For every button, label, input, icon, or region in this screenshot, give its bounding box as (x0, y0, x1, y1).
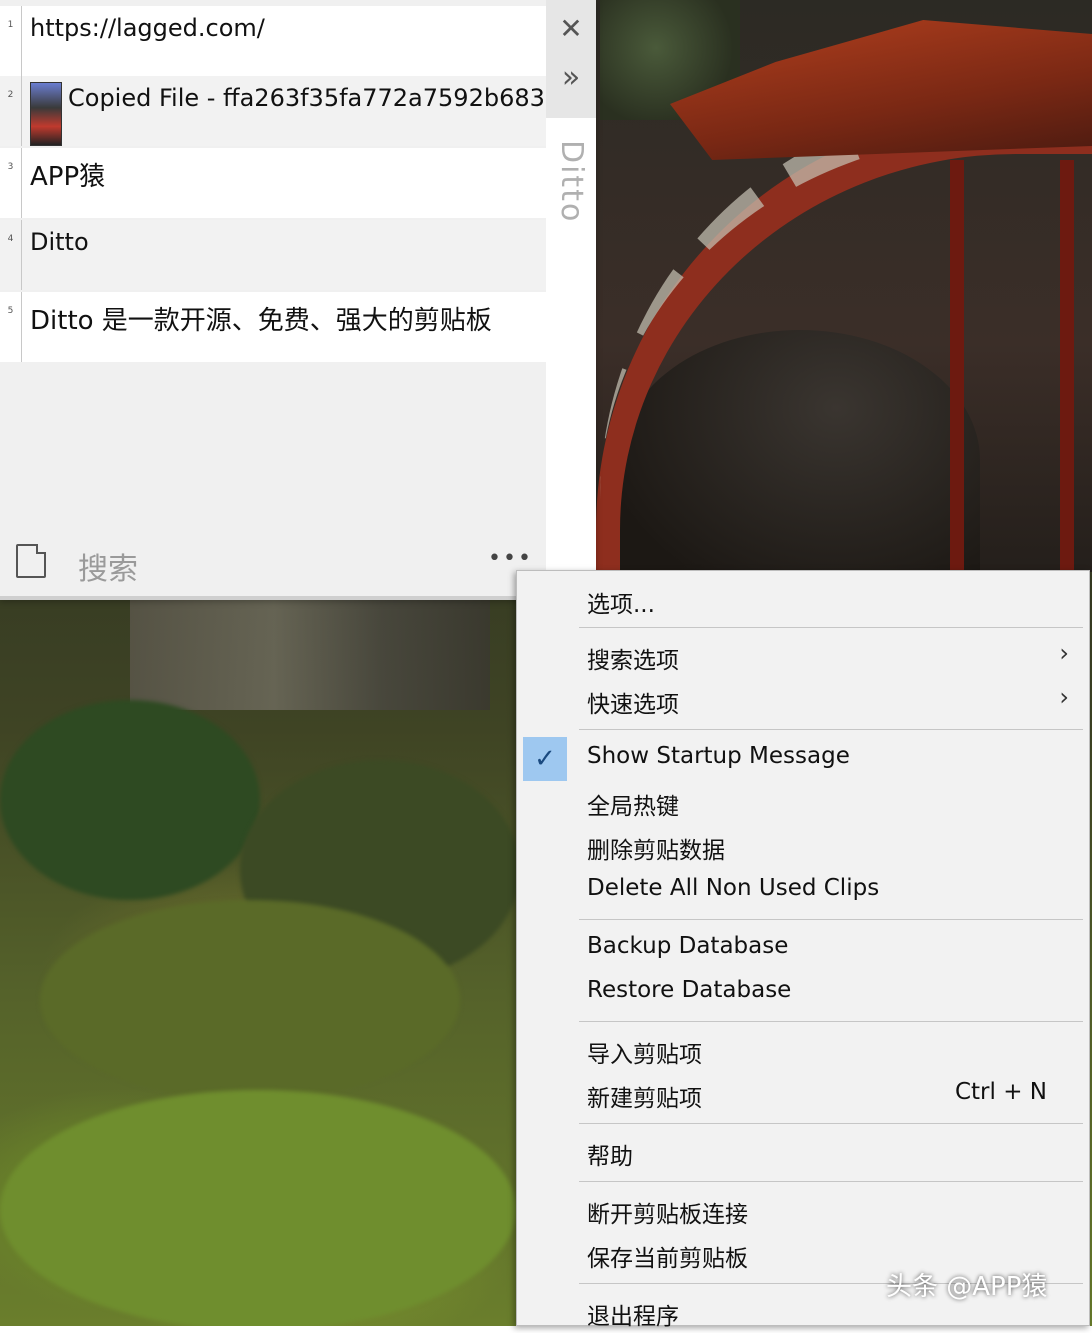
menu-item-help[interactable]: 帮助 (517, 1131, 1089, 1173)
submenu-arrow-icon: › (1059, 683, 1069, 711)
menu-item-options[interactable]: 选项... (517, 579, 1089, 621)
menu-item-label: Restore Database (587, 977, 792, 1003)
wallpaper-pillar (1060, 160, 1074, 570)
menu-shortcut: Ctrl + N (954, 1079, 1047, 1105)
menu-separator (579, 627, 1083, 628)
double-chevron-right-icon[interactable]: » (546, 60, 596, 95)
clip-index: 5 (0, 292, 22, 362)
menu-separator (579, 729, 1083, 730)
menu-item-delete-non-used-clips[interactable]: Delete All Non Used Clips (517, 869, 1089, 911)
close-icon[interactable]: ✕ (546, 12, 596, 45)
menu-item-label: 搜索选项 (587, 648, 679, 674)
menu-item-import-clips[interactable]: 导入剪贴项 (517, 1029, 1089, 1071)
sidebar-controls: ✕ » (546, 0, 596, 118)
menu-item-delete-clip-data[interactable]: 删除剪贴数据 (517, 825, 1089, 867)
menu-item-label: 快速选项 (587, 692, 679, 718)
more-options-icon[interactable]: ••• (488, 546, 533, 571)
clip-item-1[interactable]: 1 https://lagged.com/ (0, 6, 546, 76)
watermark: 头条 @APP猿 (886, 1272, 1048, 1302)
menu-item-label: 帮助 (587, 1144, 633, 1170)
menu-item-label: 保存当前剪贴板 (587, 1246, 748, 1272)
menu-item-global-hotkeys[interactable]: 全局热键 (517, 781, 1089, 823)
menu-item-backup-database[interactable]: Backup Database (517, 927, 1089, 969)
clip-index: 3 (0, 148, 22, 218)
menu-separator (579, 1181, 1083, 1182)
wallpaper-rock (130, 600, 490, 710)
clip-item-2[interactable]: 2 Copied File - ffa263f35fa772a7592b6839… (0, 76, 546, 146)
menu-separator (579, 1123, 1083, 1124)
menu-item-label: 删除剪贴数据 (587, 838, 725, 864)
submenu-arrow-icon: › (1059, 639, 1069, 667)
menu-item-quick-options[interactable]: 快速选项 › (517, 679, 1089, 721)
search-bar: 搜索 ••• (0, 528, 546, 596)
clip-list: 1 https://lagged.com/ 2 Copied File - ff… (0, 0, 546, 364)
menu-item-label: 新建剪贴项 (587, 1086, 702, 1112)
wallpaper-pillar (950, 160, 964, 570)
ditto-window: 1 https://lagged.com/ 2 Copied File - ff… (0, 0, 596, 600)
clip-text: Copied File - ffa263f35fa772a7592b68394 (68, 84, 546, 112)
clip-index: 2 (0, 76, 22, 146)
wallpaper-foliage (40, 900, 460, 1100)
clip-index: 1 (0, 6, 22, 76)
menu-item-label: Backup Database (587, 933, 789, 959)
menu-item-label: Delete All Non Used Clips (587, 875, 880, 901)
ditto-sidebar: ✕ » Ditto (546, 0, 596, 600)
sidebar-title: Ditto (554, 140, 589, 224)
checkmark-icon: ✓ (523, 737, 567, 781)
menu-item-label: 导入剪贴项 (587, 1042, 702, 1068)
menu-item-label: 断开剪贴板连接 (587, 1202, 748, 1228)
window-border (0, 596, 596, 600)
search-mode-icon[interactable] (16, 544, 46, 578)
clip-text: https://lagged.com/ (30, 14, 265, 42)
wallpaper-foliage (0, 700, 260, 900)
clip-text: Ditto 是一款开源、免费、强大的剪贴板 (30, 306, 492, 336)
menu-item-show-startup-message[interactable]: ✓ Show Startup Message (517, 737, 1089, 781)
wallpaper-foliage (0, 1090, 516, 1326)
file-thumbnail-icon (30, 82, 62, 146)
clip-text: Ditto (30, 228, 89, 256)
search-input[interactable]: 搜索 (78, 544, 138, 588)
menu-separator (579, 1021, 1083, 1022)
clip-item-3[interactable]: 3 APP猿 (0, 148, 546, 218)
clip-index: 4 (0, 220, 22, 290)
menu-item-disconnect-clipboard[interactable]: 断开剪贴板连接 (517, 1189, 1089, 1231)
menu-item-restore-database[interactable]: Restore Database (517, 971, 1089, 1013)
menu-item-label: 全局热键 (587, 794, 679, 820)
menu-separator (579, 919, 1083, 920)
context-menu: 选项... 搜索选项 › 快速选项 › ✓ Show Startup Messa… (516, 570, 1090, 1330)
clip-item-4[interactable]: 4 Ditto (0, 220, 546, 290)
menu-item-label: 选项... (587, 592, 655, 618)
clip-text: APP猿 (30, 162, 106, 192)
menu-item-search-options[interactable]: 搜索选项 › (517, 635, 1089, 677)
menu-item-label: Show Startup Message (587, 743, 850, 769)
menu-item-new-clip[interactable]: 新建剪贴项 Ctrl + N (517, 1073, 1089, 1115)
clip-item-5[interactable]: 5 Ditto 是一款开源、免费、强大的剪贴板 (0, 292, 546, 362)
